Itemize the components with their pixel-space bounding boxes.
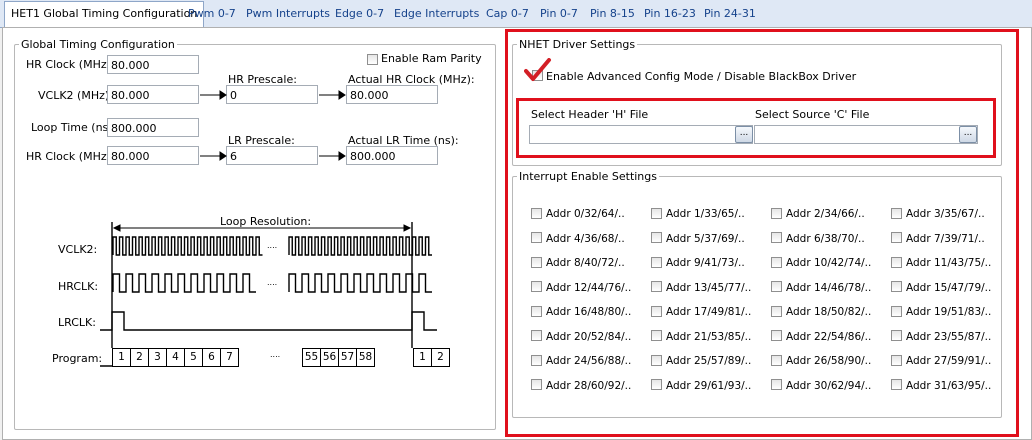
highlight-box-files [516, 98, 996, 158]
program-slot: 2 [431, 348, 450, 367]
program-slot: 4 [166, 348, 185, 367]
tab-pin-16-23[interactable]: Pin 16-23 [644, 2, 696, 25]
highlight-box-outer [505, 29, 1019, 437]
program-slot: 1 [413, 348, 432, 367]
program-slot: 2 [130, 348, 149, 367]
vclk2-wave [288, 236, 432, 256]
program-slot: 55 [302, 348, 321, 367]
vclk2-wave [112, 236, 263, 256]
hrclk-wave [112, 273, 256, 293]
loop-resolution-arrowhead [112, 224, 121, 232]
tab-pin-24-31[interactable]: Pin 24-31 [704, 2, 756, 25]
program-slot: 7 [220, 348, 239, 367]
timing-diagram [100, 222, 445, 367]
program-slot: 57 [338, 348, 357, 367]
hrclk-wave [288, 273, 432, 293]
lrclk-wave [100, 311, 437, 331]
program-slot: 6 [202, 348, 221, 367]
loop-resolution-arrowhead [403, 224, 412, 232]
program-slot: 1 [112, 348, 131, 367]
program-slot: 58 [356, 348, 375, 367]
tab-pin-8-15[interactable]: Pin 8-15 [590, 2, 635, 25]
program-slot: 56 [320, 348, 339, 367]
program-slot: 5 [184, 348, 203, 367]
tab-pin-0-7[interactable]: Pin 0-7 [540, 2, 578, 25]
program-slot: 3 [148, 348, 167, 367]
